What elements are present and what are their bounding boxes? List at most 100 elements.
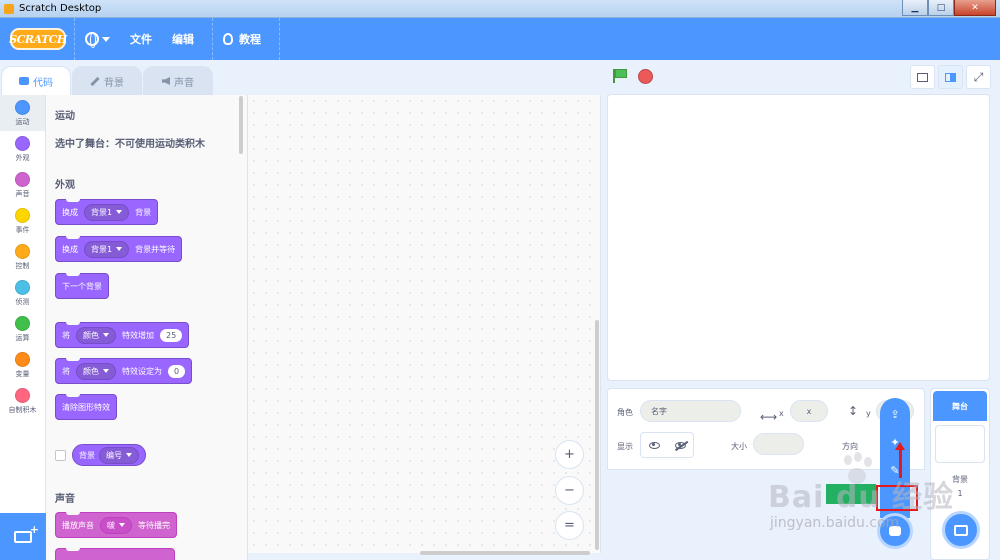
category-sound[interactable]: 声音: [0, 167, 45, 203]
script-area[interactable]: [248, 95, 601, 553]
show-sprite-button[interactable]: [641, 433, 667, 457]
green-flag-icon: [615, 69, 627, 78]
green-flag-button[interactable]: [612, 69, 628, 83]
block-text: 将: [62, 366, 70, 376]
zoom-out-button[interactable]: −: [555, 476, 584, 505]
category-looks[interactable]: 外观: [0, 131, 45, 167]
change-effect-block[interactable]: 将 颜色 特效增加 25: [55, 322, 190, 348]
add-extension-button[interactable]: [0, 513, 46, 560]
backdrop-dropdown[interactable]: 背景1: [84, 203, 130, 221]
stage-canvas[interactable]: [607, 94, 990, 381]
category-control[interactable]: 控制: [0, 239, 45, 275]
category-my-blocks[interactable]: 自制积木: [0, 383, 45, 419]
stop-button[interactable]: [638, 69, 653, 84]
small-stage-button[interactable]: [910, 65, 935, 89]
large-stage-button[interactable]: [938, 65, 963, 89]
category-label: 运动: [15, 117, 30, 126]
choose-backdrop-button[interactable]: [942, 511, 980, 549]
category-dot: [15, 315, 30, 331]
tab-backdrops[interactable]: 背景: [72, 66, 142, 95]
switch-backdrop-block[interactable]: 换成 背景1 背景: [55, 199, 159, 225]
upload-sprite-button[interactable]: ⇪: [880, 400, 910, 428]
category-dot: [15, 351, 30, 367]
motion-note: 选中了舞台：不可使用运动类积木: [55, 139, 205, 150]
extension-icon: [14, 523, 39, 543]
maximize-button[interactable]: □: [928, 0, 954, 16]
dropdown-value: 颜色: [83, 366, 99, 376]
language-menu[interactable]: [75, 18, 120, 60]
sprite-name-input[interactable]: 名字: [640, 400, 741, 422]
zoom-reset-button[interactable]: =: [555, 511, 584, 540]
category-operators[interactable]: 运算: [0, 311, 45, 347]
category-variables[interactable]: 变量: [0, 347, 45, 383]
close-button[interactable]: ✕: [954, 0, 996, 16]
block-text: 等待播完: [138, 520, 170, 530]
tab-code[interactable]: 代码: [1, 66, 71, 95]
scratch-logo[interactable]: SCRATCH: [9, 28, 67, 50]
sound-block-partial[interactable]: [55, 548, 175, 560]
effect-dropdown[interactable]: 颜色: [76, 326, 116, 344]
palette-scrollbar[interactable]: [239, 96, 243, 154]
app-icon: [4, 3, 14, 14]
script-horizontal-scrollbar[interactable]: [420, 551, 590, 555]
script-vertical-scrollbar[interactable]: [595, 320, 599, 550]
stage-target-header: 舞台: [933, 391, 987, 421]
fullscreen-button[interactable]: ⤢: [966, 65, 991, 89]
category-dot: [15, 279, 30, 295]
tutorials-menu[interactable]: 教程: [213, 18, 271, 60]
category-dot: [15, 99, 30, 115]
effect-dropdown[interactable]: 颜色: [76, 362, 116, 380]
stage-thumbnail[interactable]: [935, 425, 985, 463]
monitor-checkbox[interactable]: [55, 449, 66, 461]
x-position-input[interactable]: x: [790, 400, 828, 422]
edit-menu[interactable]: 编辑: [162, 18, 204, 60]
hide-sprite-button[interactable]: [667, 433, 693, 457]
category-dot: [15, 171, 30, 187]
number-name-dropdown[interactable]: 编号: [99, 446, 139, 464]
zoom-in-button[interactable]: +: [555, 440, 584, 469]
block-text: 将: [62, 330, 70, 340]
motion-heading: 运动: [55, 111, 75, 122]
switch-backdrop-wait-block[interactable]: 换成 背景1 背景并等待: [55, 236, 183, 262]
chevron-down-icon: [116, 210, 123, 214]
block-text: 特效增加: [122, 330, 154, 340]
minimize-button[interactable]: ▁: [902, 0, 928, 16]
eye-icon: [648, 441, 660, 449]
dropdown-value: 背景1: [91, 207, 113, 217]
play-sound-until-done-block[interactable]: 播放声音 啵 等待播完: [55, 512, 177, 538]
speaker-icon: [162, 77, 170, 85]
next-backdrop-block[interactable]: 下一个背景: [55, 273, 109, 299]
block-palette: 运动 选中了舞台：不可使用运动类积木 外观 换成 背景1 背景 换成 背景1 背…: [46, 95, 248, 560]
effect-value-input[interactable]: 0: [168, 364, 186, 378]
clear-effects-block[interactable]: 清除图形特效: [55, 394, 117, 420]
size-input[interactable]: [753, 433, 804, 455]
lightbulb-icon: [223, 33, 233, 45]
file-menu[interactable]: 文件: [120, 18, 162, 60]
block-text: 换成: [62, 207, 78, 217]
category-motion[interactable]: 运动: [0, 95, 45, 131]
menu-bar: SCRATCH 文件 编辑 教程: [0, 18, 1000, 60]
category-label: 事件: [15, 225, 30, 234]
tab-sounds[interactable]: 声音: [143, 66, 213, 95]
category-label: 外观: [15, 153, 30, 162]
y-label: y: [866, 409, 871, 418]
chevron-down-icon: [116, 247, 123, 251]
category-label: 侦测: [15, 297, 30, 306]
backdrop-reporter-row: 背景 编号: [55, 444, 146, 466]
sound-dropdown[interactable]: 啵: [100, 516, 132, 534]
block-text: 背景: [135, 207, 152, 217]
category-sensing[interactable]: 侦测: [0, 275, 45, 311]
set-effect-block[interactable]: 将 颜色 特效设定为 0: [55, 358, 193, 384]
category-dot: [15, 207, 30, 223]
dropdown-value: 啵: [107, 520, 115, 530]
backdrop-number-reporter[interactable]: 背景 编号: [72, 444, 146, 466]
backdrop-dropdown[interactable]: 背景1: [84, 240, 130, 258]
direction-label: 方向: [842, 442, 858, 451]
block-text: 清除图形特效: [62, 402, 110, 412]
effect-amount-input[interactable]: 25: [160, 328, 183, 342]
y-arrows-icon: ↕: [848, 404, 859, 418]
dropdown-value: 背景1: [91, 244, 113, 254]
block-text: 背景: [79, 450, 95, 460]
category-events[interactable]: 事件: [0, 203, 45, 239]
eye-off-icon: [674, 441, 686, 449]
